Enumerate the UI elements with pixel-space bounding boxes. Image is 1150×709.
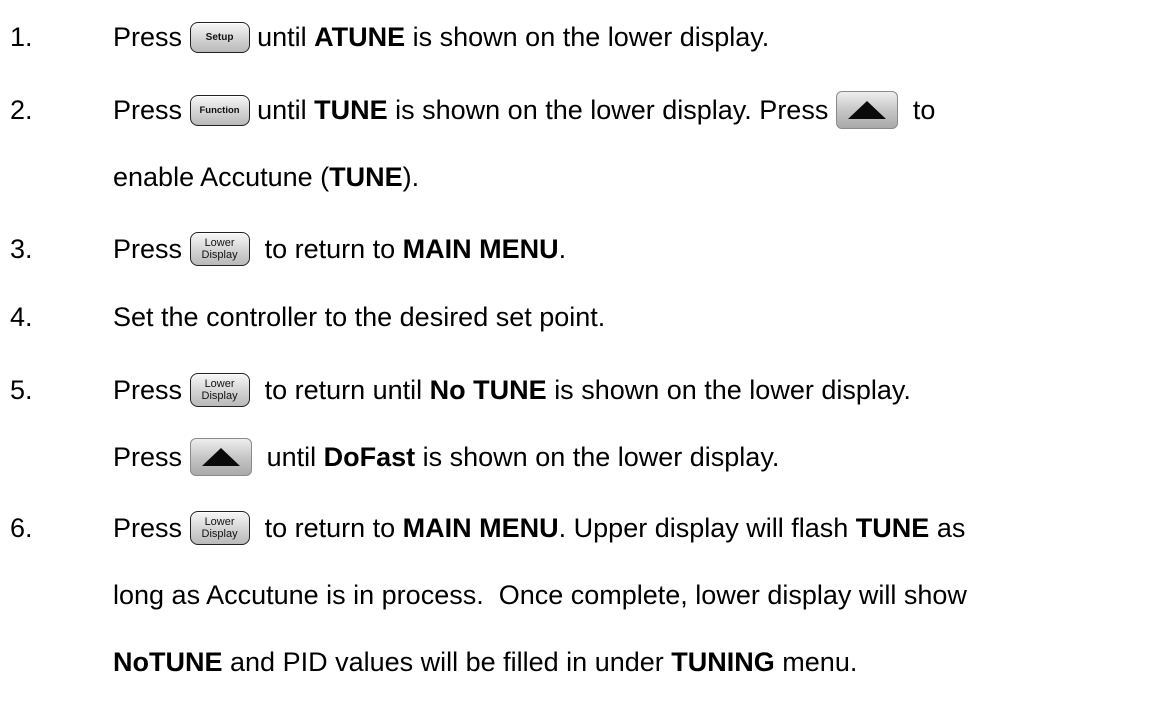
display-code: TUNE <box>314 94 388 125</box>
step-number: 5. <box>10 374 33 405</box>
display-code: MAIN MENU <box>402 512 559 543</box>
step-text: to return until <box>264 374 423 405</box>
step-number: 3. <box>10 233 33 264</box>
lower-display-key-icon: Lower Display <box>189 373 250 407</box>
step-number: 1. <box>10 21 33 52</box>
step-text: until <box>266 441 317 472</box>
step-text: is shown on the lower display. <box>412 21 770 52</box>
display-code: MAIN MENU <box>402 233 559 264</box>
step-text: to return to <box>264 233 396 264</box>
step-text: is shown on the lower display. Press <box>395 94 829 125</box>
step-text: . Upper display will flash <box>558 512 849 543</box>
step-number: 4. <box>10 301 33 332</box>
setup-key-icon: Setup <box>189 21 250 53</box>
function-key-icon: Function <box>189 94 250 126</box>
step-text: until <box>257 94 307 125</box>
step-text: Press <box>113 94 183 125</box>
step-text: . <box>558 233 567 264</box>
display-code: TUNE <box>329 161 403 192</box>
display-code: NoTUNE <box>113 646 223 677</box>
step-text: menu. <box>782 646 858 677</box>
step-text: Set the controller to the desired set po… <box>113 301 606 332</box>
up-arrow-icon <box>835 91 898 129</box>
step-text: long as Accutune is in process. Once com… <box>113 579 967 610</box>
step-text: until <box>257 21 307 52</box>
step-text: ). <box>402 161 420 192</box>
step-text: to return to <box>264 512 396 543</box>
step-text: enable Accutune ( <box>113 161 330 192</box>
step-text: Press <box>113 441 183 472</box>
display-code: TUNE <box>855 512 930 543</box>
lower-display-key-icon: Lower Display <box>189 511 250 545</box>
step-text: Press <box>113 512 183 543</box>
step-number: 2. <box>10 94 33 125</box>
step-text: as <box>936 512 966 543</box>
step-text: and PID values will be filled in under <box>230 646 664 677</box>
step-text: to <box>912 94 936 125</box>
step-text: Press <box>113 374 183 405</box>
display-code: No TUNE <box>429 374 547 405</box>
lower-display-key-icon: Lower Display <box>189 232 250 266</box>
up-arrow-icon <box>189 438 252 476</box>
step-number: 6. <box>10 512 33 543</box>
display-code: DoFast <box>323 441 416 472</box>
step-text: is shown on the lower display. <box>554 374 911 405</box>
step-text: is shown on the lower display. <box>422 441 780 472</box>
display-code: TUNING <box>671 646 775 677</box>
step-text: Press <box>113 21 183 52</box>
display-code: ATUNE <box>314 21 406 52</box>
step-text: Press <box>113 233 183 264</box>
